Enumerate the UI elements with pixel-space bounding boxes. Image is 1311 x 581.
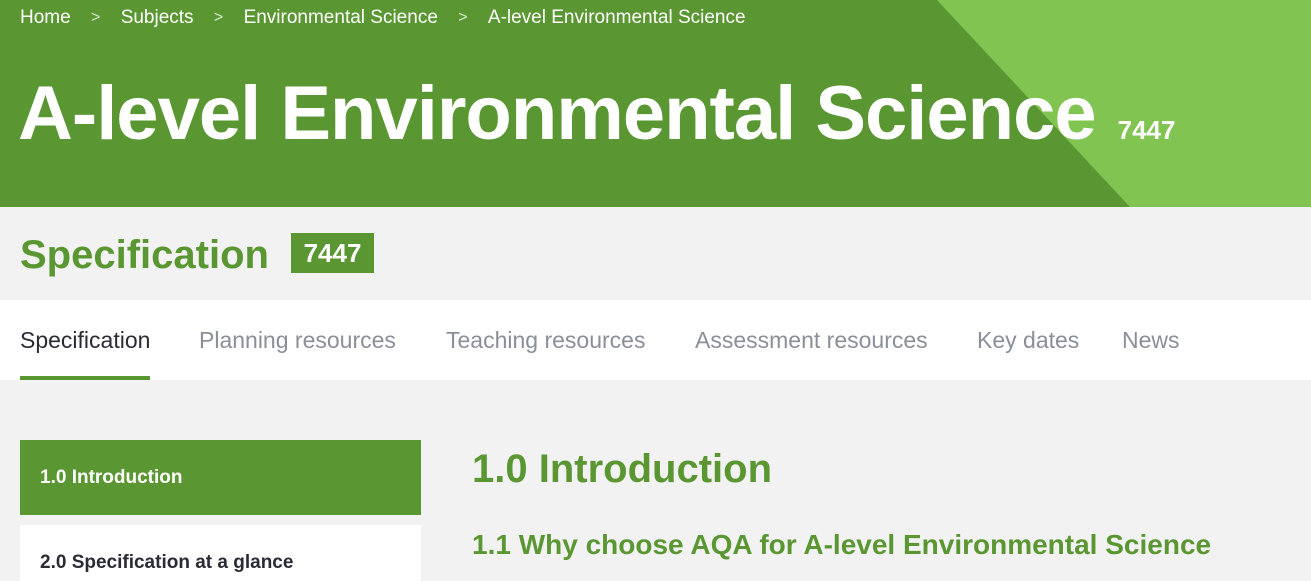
sidebar-item-introduction[interactable]: 1.0 Introduction xyxy=(20,440,421,515)
page-title: A-level Environmental Science xyxy=(18,71,1097,156)
section-heading: 1.0 Introduction xyxy=(472,447,772,491)
breadcrumb-environmental-science-link[interactable]: Environmental Science xyxy=(244,7,438,29)
tab-specification[interactable]: Specification xyxy=(20,300,151,380)
tab-assessment-resources[interactable]: Assessment resources xyxy=(695,300,928,380)
subsection-heading[interactable]: 1.1 Why choose AQA for A-level Environme… xyxy=(472,527,1211,563)
qualification-code: 7447 xyxy=(1117,115,1176,145)
resource-tabs: Specification Planning resources Teachin… xyxy=(0,300,1311,380)
breadcrumb-subjects-link[interactable]: Subjects xyxy=(121,7,194,29)
specification-code-badge: 7447 xyxy=(291,233,374,273)
tab-key-dates[interactable]: Key dates xyxy=(977,300,1079,380)
tab-planning-resources[interactable]: Planning resources xyxy=(199,300,396,380)
hero-banner: Home > Subjects > Environmental Science … xyxy=(0,0,1311,207)
tab-teaching-resources[interactable]: Teaching resources xyxy=(446,300,645,380)
specification-title: Specification xyxy=(20,233,269,277)
breadcrumb: Home > Subjects > Environmental Science … xyxy=(20,6,746,30)
sidebar-item-specification-at-a-glance[interactable]: 2.0 Specification at a glance xyxy=(20,525,421,581)
chevron-right-icon: > xyxy=(458,9,468,26)
breadcrumb-current-page[interactable]: A-level Environmental Science xyxy=(488,7,746,29)
chevron-right-icon: > xyxy=(213,9,224,26)
tab-news[interactable]: News xyxy=(1122,300,1180,380)
breadcrumb-home-link[interactable]: Home xyxy=(20,7,71,29)
hero-title-row: A-level Environmental Science 7447 xyxy=(18,66,1175,162)
chevron-right-icon: > xyxy=(91,9,101,26)
